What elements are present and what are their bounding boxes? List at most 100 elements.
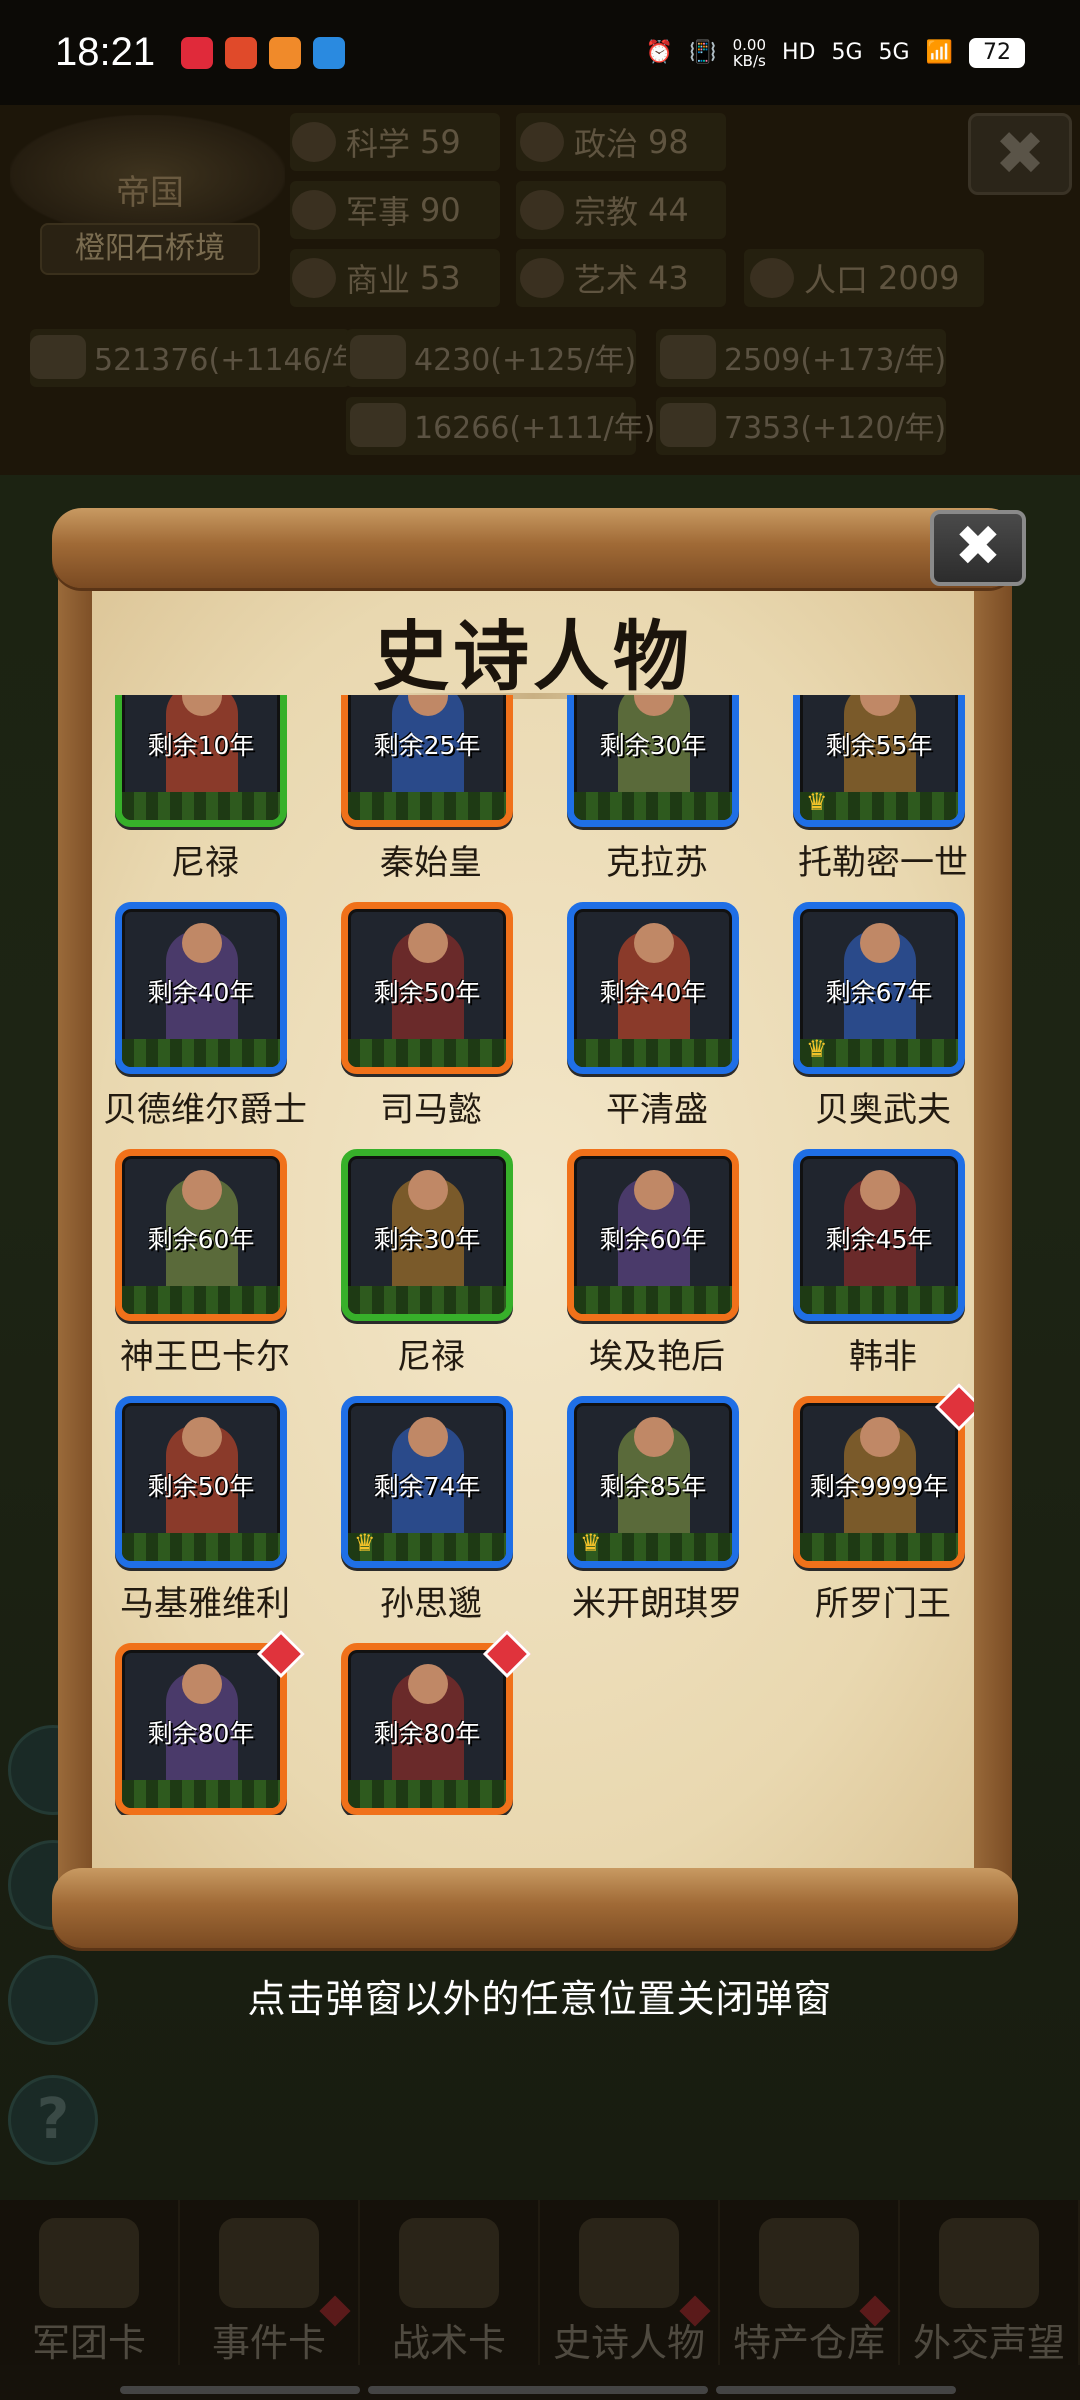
close-icon[interactable]: ✖ [930, 510, 1026, 586]
figure-portrait: 剩余30年 [567, 695, 739, 827]
grass-decoration [348, 792, 506, 820]
figure-card[interactable]: 剩余60年 神王巴卡尔 [92, 1149, 318, 1389]
resource-iron: 2509(+173/年) [660, 335, 946, 379]
figure-head-icon [182, 1417, 222, 1457]
figure-portrait: 剩余67年 ♛ [793, 902, 965, 1074]
figure-portrait: 剩余45年 [793, 1149, 965, 1321]
app-notification-icon [181, 36, 214, 69]
resource-value: 16266(+111/年) [414, 411, 656, 446]
remaining-years: 剩余67年 [825, 978, 933, 1007]
nav-tactic-cards[interactable]: 战术卡 [360, 2200, 540, 2365]
wifi-icon: 📶 [925, 40, 953, 65]
remaining-years: 剩余50年 [147, 1472, 255, 1501]
close-hint: 点击弹窗以外的任意位置关闭弹窗 [247, 1977, 833, 2021]
scroll-top-rod [52, 508, 1018, 588]
figure-card[interactable]: 剩余25年 秦始皇 [318, 695, 544, 895]
resource-meat: 7353(+120/年) [660, 403, 946, 447]
remaining-years: 剩余40年 [147, 978, 255, 1007]
military-icon [292, 190, 336, 230]
resource-value: 521376(+1146/年) [94, 343, 374, 378]
empire-emblem[interactable]: 帝国 橙阳石桥境 [10, 105, 285, 285]
science-icon [292, 122, 336, 162]
stat-value: 90 [420, 191, 461, 229]
grass-decoration [348, 1286, 506, 1314]
remaining-years: 剩余60年 [147, 1225, 255, 1254]
stat-value: 44 [648, 191, 689, 229]
figure-head-icon [634, 1417, 674, 1457]
nav-specialty-warehouse[interactable]: 特产仓库 [720, 2200, 900, 2365]
resource-value: 2509(+173/年) [724, 343, 947, 378]
header-close-button[interactable]: ✖ [968, 113, 1072, 195]
scroll-bottom-rod [52, 1868, 1018, 1948]
nav-label: 战术卡 [391, 2321, 506, 2365]
stat-label: 政治 [574, 125, 639, 163]
stat-value: 98 [648, 123, 689, 161]
chest-icon [759, 2218, 859, 2308]
figure-card[interactable]: 剩余30年 尼禄 [318, 1149, 544, 1389]
figure-card[interactable]: 剩余60年 埃及艳后 [544, 1149, 770, 1389]
figure-portrait: 剩余25年 [341, 695, 513, 827]
figure-name: 贝奥武夫 [815, 1090, 951, 1130]
grass-decoration [574, 1039, 732, 1067]
remaining-years: 剩余30年 [373, 1225, 481, 1254]
nav-event-cards[interactable]: 事件卡 [180, 2200, 360, 2365]
grass-decoration [122, 1533, 280, 1561]
stat-label: 宗教 [574, 193, 639, 231]
figure-portrait: 剩余50年 [115, 1396, 287, 1568]
figure-portrait: 剩余74年 ♛ [341, 1396, 513, 1568]
nav-diplomacy[interactable]: 外交声望 [900, 2200, 1080, 2365]
remaining-years: 剩余80年 [147, 1719, 255, 1748]
figure-head-icon [182, 1664, 222, 1704]
figure-card[interactable]: 剩余45年 韩非 [770, 1149, 974, 1389]
crown-icon: ♛ [806, 788, 828, 816]
crown-icon [579, 2218, 679, 2308]
figure-card[interactable]: 剩余80年 [92, 1629, 318, 1815]
figure-portrait: 剩余80年 [115, 1643, 287, 1815]
nav-label: 军团卡 [31, 2321, 146, 2365]
figure-card[interactable]: 剩余50年 马基雅维利 [92, 1396, 318, 1636]
figure-card[interactable]: 剩余85年 ♛ 米开朗琪罗 [544, 1396, 770, 1636]
remaining-years: 剩余60年 [599, 1225, 707, 1254]
net-speed: 0.00 KB/s [733, 37, 766, 69]
modal-title: 史诗人物 [373, 612, 693, 701]
stat-commerce: 商业 53 [292, 255, 461, 301]
figure-head-icon [408, 1170, 448, 1210]
remaining-years: 剩余10年 [147, 731, 255, 760]
remaining-years: 剩余74年 [373, 1472, 481, 1501]
figure-card[interactable]: 剩余10年 尼禄 [92, 695, 318, 895]
figure-card[interactable]: 剩余9999年 所罗门王 [770, 1382, 974, 1636]
figure-card[interactable]: 剩余55年 ♛ 托勒密一世 [770, 695, 974, 895]
grass-decoration [574, 1286, 732, 1314]
figure-card[interactable]: 剩余74年 ♛ 孙思邈 [318, 1396, 544, 1636]
nav-legion-cards[interactable]: 军团卡 [0, 2200, 180, 2365]
app-notification-icon [225, 36, 258, 69]
figure-card[interactable]: 剩余67年 ♛ 贝奥武夫 [770, 902, 974, 1142]
remaining-years: 剩余50年 [373, 978, 481, 1007]
figure-head-icon [408, 1417, 448, 1457]
figure-card[interactable]: 剩余30年 克拉苏 [544, 695, 770, 895]
stat-science: 科学 59 [292, 119, 461, 165]
nav-epic-figures[interactable]: 史诗人物 [540, 2200, 720, 2365]
art-icon [520, 258, 564, 298]
app-notification-icon [313, 36, 346, 69]
grass-decoration [122, 1039, 280, 1067]
notification-icons [181, 36, 346, 69]
figure-card[interactable]: 剩余40年 平清盛 [544, 902, 770, 1142]
figure-card[interactable]: 剩余80年 [318, 1629, 544, 1815]
resource-wood: 4230(+125/年) [350, 335, 636, 379]
figure-card[interactable]: 剩余50年 司马懿 [318, 902, 544, 1142]
figure-card[interactable]: 剩余40年 贝德维尔爵士 [92, 902, 318, 1142]
grass-decoration [800, 1286, 958, 1314]
bottom-nav: 军团卡 事件卡 战术卡 史诗人物 特产仓库 外交声望 [0, 2200, 1080, 2365]
empire-title: 帝国 [116, 173, 184, 213]
help-icon[interactable]: ? [8, 2075, 98, 2165]
politics-icon [520, 122, 564, 162]
figures-scroll-list[interactable]: 剩余10年 尼禄 剩余25年 秦始皇 剩余30年 克拉苏 剩余55年 ♛ 托勒密一世 剩余40年贝… [92, 695, 974, 1815]
remaining-years: 剩余30年 [599, 731, 707, 760]
resource-value: 7353(+120/年) [724, 411, 947, 446]
remaining-years: 剩余45年 [825, 1225, 933, 1254]
letter-icon [939, 2218, 1039, 2308]
figure-head-icon [408, 923, 448, 963]
wood-icon [350, 335, 406, 379]
figure-portrait: 剩余60年 [567, 1149, 739, 1321]
